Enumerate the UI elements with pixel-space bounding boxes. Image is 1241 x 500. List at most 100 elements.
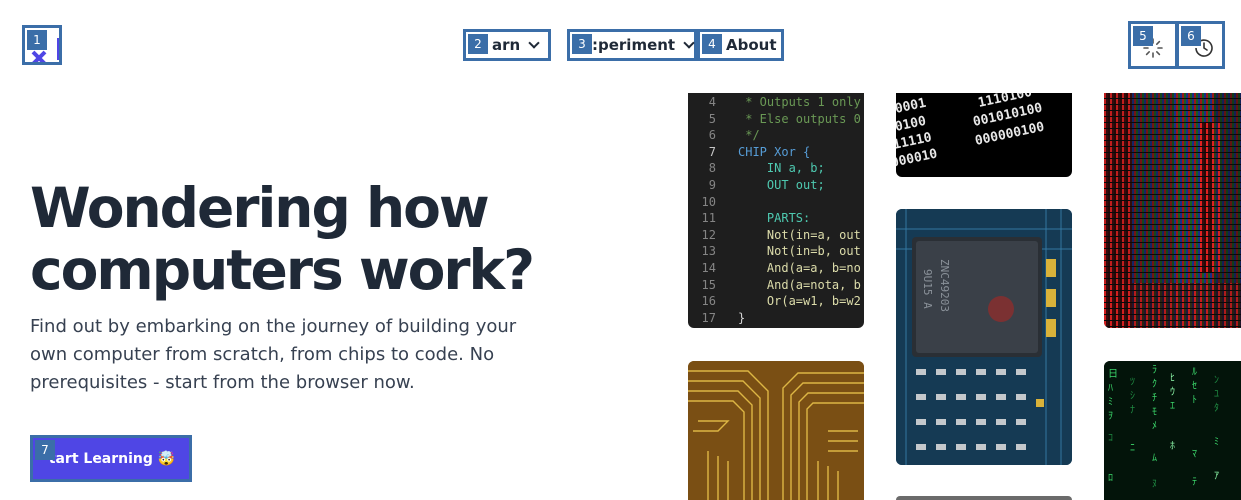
line-number: 14	[701, 261, 716, 275]
code-line: 10	[688, 194, 738, 211]
binary-digits-graphic: 1110100 001010100 000000100 0001 0100 11…	[896, 93, 1046, 171]
line-number: 17	[701, 310, 716, 325]
nav-experiment-dropdown[interactable]: 3 :periment	[567, 29, 697, 61]
site-logo[interactable]: 1	[22, 25, 62, 65]
svg-text:ﾐ: ﾐ	[1108, 397, 1113, 408]
svg-text:ZNC49203: ZNC49203	[938, 259, 951, 312]
hero-subtitle: Find out by embarking on the journey of …	[30, 316, 517, 393]
code-text: PARTS:	[738, 211, 811, 226]
marker-badge: 3	[572, 34, 592, 54]
code-text: OUT out;	[738, 178, 825, 192]
line-number: 13	[701, 244, 716, 259]
svg-text:ﾋ: ﾋ	[1170, 372, 1175, 384]
matrix-code-image: 日ﾊﾐｦ ﾂｼﾅ ﾗｸﾁﾓﾒ ﾋｳｴ ﾙｾﾄ ﾝﾕﾀ ｺﾆﾑﾎ ﾏﾐﾛﾇ ﾃｱ	[1104, 361, 1241, 500]
code-text: Not(in=b, out	[738, 244, 861, 259]
hero-title: Wondering how computers work?	[30, 176, 535, 302]
code-text: * Outputs 1 only	[738, 95, 861, 109]
chevron-down-icon	[528, 36, 540, 49]
line-number: 7	[708, 144, 716, 159]
theme-toggle-button[interactable]: 5	[1128, 21, 1178, 69]
svg-text:ﾏ: ﾏ	[1192, 449, 1197, 460]
line-number: 11	[701, 211, 716, 226]
nav-about-link[interactable]: 4 About	[697, 29, 784, 61]
pixel-screen-graphic	[1104, 93, 1241, 328]
svg-text:9U15 A: 9U15 A	[921, 269, 934, 309]
svg-text:ﾝ: ﾝ	[1214, 375, 1219, 386]
code-text: * Else outputs 0	[738, 111, 861, 126]
svg-text:ﾙ: ﾙ	[1192, 367, 1197, 378]
code-text: }	[738, 310, 746, 325]
code-text: And(a=a, b=no	[738, 261, 861, 275]
marker-badge: 5	[1133, 26, 1153, 46]
svg-text:ﾑ: ﾑ	[1152, 453, 1157, 464]
matrix-code-graphic: 日ﾊﾐｦ ﾂｼﾅ ﾗｸﾁﾓﾒ ﾋｳｴ ﾙｾﾄ ﾝﾕﾀ ｺﾆﾑﾎ ﾏﾐﾛﾇ ﾃｱ	[1104, 361, 1241, 500]
line-number: 15	[701, 277, 716, 292]
code-line: 8 IN a, b;	[688, 160, 825, 177]
code-line: 9 OUT out;	[688, 177, 825, 194]
svg-text:ﾃ: ﾃ	[1192, 477, 1197, 488]
line-number: 6	[708, 128, 716, 143]
chevron-down-icon	[683, 36, 695, 49]
code-line: 16 Or(a=w1, b=w2	[688, 293, 861, 310]
svg-text:ﾒ: ﾒ	[1152, 421, 1157, 432]
svg-text:ｼ: ｼ	[1130, 391, 1135, 402]
svg-text:ｳ: ｳ	[1170, 386, 1175, 398]
code-text: And(a=nota, b	[738, 277, 861, 292]
svg-text:ﾗ: ﾗ	[1152, 365, 1157, 376]
gold-circuit-board-image	[688, 361, 864, 500]
code-text: Or(a=w1, b=w2	[738, 294, 861, 309]
nav-learn-label: arn	[492, 36, 521, 54]
svg-text:ﾅ: ﾅ	[1130, 404, 1135, 416]
marker-badge: 4	[702, 34, 722, 54]
code-line: 15 And(a=nota, b	[688, 277, 861, 294]
binary-digits-image: 1110100 001010100 000000100 0001 0100 11…	[896, 93, 1072, 177]
line-number: 4	[708, 95, 716, 109]
svg-text:ｦ: ｦ	[1108, 411, 1113, 422]
svg-text:ﾛ: ﾛ	[1108, 473, 1113, 484]
svg-text:ﾕ: ﾕ	[1214, 389, 1219, 400]
marker-badge: 6	[1181, 26, 1201, 46]
code-line: 12 Not(in=a, out	[688, 227, 861, 244]
code-line: 6 */	[688, 127, 760, 144]
svg-text:ｾ: ｾ	[1192, 380, 1197, 392]
line-number: 8	[708, 161, 716, 176]
code-line: 14 And(a=a, b=no	[688, 260, 861, 277]
svg-text:ﾆ: ﾆ	[1130, 443, 1135, 454]
code-text: IN a, b;	[738, 161, 825, 176]
start-learning-button[interactable]: 7 tart Learning 🤯	[30, 435, 192, 482]
photo-tile	[896, 496, 1072, 500]
code-text: Not(in=a, out	[738, 227, 861, 242]
circuit-chip-image: ZNC49203 9U15 A	[896, 209, 1072, 465]
svg-text:ｴ: ｴ	[1170, 401, 1175, 412]
svg-text:ﾐ: ﾐ	[1214, 437, 1219, 448]
svg-text:ｸ: ｸ	[1152, 378, 1157, 390]
code-text: */	[738, 128, 760, 143]
code-line: 13 Not(in=b, out	[688, 243, 861, 260]
history-button[interactable]: 6	[1176, 21, 1225, 69]
code-line: 11 PARTS:	[688, 210, 811, 227]
pixel-screen-image	[1104, 93, 1241, 328]
nav-learn-dropdown[interactable]: 2 arn	[463, 29, 551, 61]
code-sample-image: 4 * Outputs 1 only 5 * Else outputs 06 */…	[688, 93, 864, 328]
svg-text:ｱ: ｱ	[1214, 471, 1219, 482]
marker-badge: 7	[35, 440, 55, 460]
svg-text:ﾊ: ﾊ	[1108, 383, 1113, 394]
line-number: 12	[701, 227, 716, 242]
line-number: 9	[708, 178, 716, 192]
circuit-chip-graphic: ZNC49203 9U15 A	[896, 209, 1072, 465]
code-line: 4 * Outputs 1 only	[688, 94, 861, 111]
line-number: 10	[701, 194, 716, 209]
svg-text:ﾀ: ﾀ	[1214, 402, 1219, 414]
code-line: 7 CHIP Xor {	[688, 144, 810, 161]
svg-text:ﾓ: ﾓ	[1152, 407, 1157, 418]
code-text: CHIP Xor {	[738, 144, 811, 159]
nav-experiment-label: :periment	[592, 36, 676, 54]
line-number: 16	[701, 294, 716, 309]
gold-circuit-graphic	[688, 361, 864, 500]
code-line: 17}	[688, 310, 746, 327]
marker-badge: 1	[27, 30, 47, 50]
nav-about-label: About	[726, 36, 777, 54]
svg-text:ﾄ: ﾄ	[1192, 395, 1197, 406]
svg-text:日: 日	[1108, 369, 1118, 380]
svg-text:ﾎ: ﾎ	[1170, 440, 1175, 452]
